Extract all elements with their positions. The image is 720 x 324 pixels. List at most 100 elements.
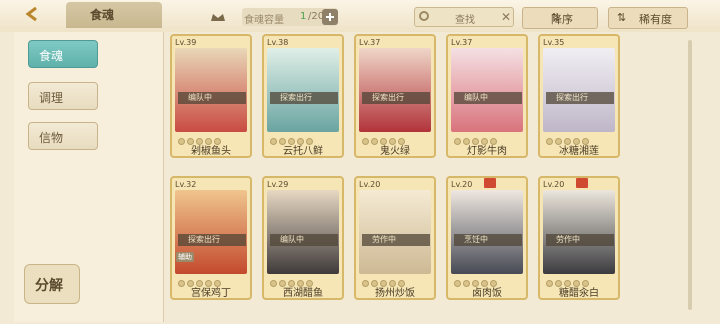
tab-tokens[interactable]: 信物 bbox=[28, 122, 98, 150]
status-bar: 探索出行 bbox=[270, 92, 338, 104]
status-text: 编队中 bbox=[280, 235, 304, 244]
tab-cooking[interactable]: 调理 bbox=[28, 82, 98, 110]
status-bar: 探索出行 bbox=[362, 92, 430, 104]
character-portrait bbox=[267, 190, 339, 274]
status-text: 探索出行 bbox=[188, 235, 220, 244]
food-soul-card[interactable]: Lv.20 烹饪中 卤肉饭 bbox=[446, 176, 528, 300]
star-rating bbox=[546, 130, 606, 145]
status-bar: 劳作中 bbox=[546, 234, 614, 246]
role-badge: 辅助 bbox=[176, 252, 194, 262]
star-rating bbox=[362, 272, 422, 287]
star-rating bbox=[270, 272, 330, 287]
level-label: Lv.37 bbox=[451, 38, 473, 47]
status-bar: 烹饪中 bbox=[454, 234, 522, 246]
character-portrait bbox=[359, 190, 431, 274]
status-text: 编队中 bbox=[188, 93, 212, 102]
level-label: Lv.20 bbox=[543, 180, 565, 189]
level-label: Lv.39 bbox=[175, 38, 197, 47]
level-label: Lv.38 bbox=[267, 38, 289, 47]
food-soul-card[interactable]: Lv.37 探索出行 鬼火绿 bbox=[354, 34, 436, 158]
crown-icon bbox=[210, 8, 226, 21]
status-bar: 编队中 bbox=[178, 92, 246, 104]
status-text: 探索出行 bbox=[280, 93, 312, 102]
status-text: 烹饪中 bbox=[464, 235, 488, 244]
rarity-label: 稀有度 bbox=[639, 13, 672, 26]
level-label: Lv.29 bbox=[267, 180, 289, 189]
food-soul-card[interactable]: Lv.38 探索出行 云托八鲜 bbox=[262, 34, 344, 158]
character-name: 鬼火绿 bbox=[380, 146, 410, 157]
food-soul-card[interactable]: Lv.32 探索出行 辅助 宫保鸡丁 bbox=[170, 176, 252, 300]
character-portrait bbox=[451, 190, 523, 274]
capacity-label: 食魂容量 bbox=[244, 15, 284, 26]
sort-order-button[interactable]: ⇅ 降序 bbox=[522, 7, 598, 29]
search-placeholder: 查找 bbox=[455, 15, 475, 26]
star-rating bbox=[270, 130, 330, 145]
food-soul-card[interactable]: Lv.39 编队中 剁椒鱼头 bbox=[170, 34, 252, 158]
character-name: 宫保鸡丁 bbox=[191, 288, 231, 299]
level-label: Lv.35 bbox=[543, 38, 565, 47]
page-title: 食魂 bbox=[90, 8, 115, 22]
character-name: 冰糖湘莲 bbox=[559, 146, 599, 157]
food-soul-grid: Lv.39 编队中 剁椒鱼头 Lv.38 探索出行 云托八鲜 Lv.37 探索出… bbox=[170, 34, 682, 324]
search-icon bbox=[419, 11, 429, 21]
page-title-tab: 食魂 bbox=[66, 2, 225, 28]
scrollbar[interactable] bbox=[688, 40, 692, 310]
tab-label: 食魂 bbox=[39, 49, 64, 63]
search-box[interactable]: 查找 ✕ bbox=[414, 7, 514, 27]
character-name: 云托八鲜 bbox=[283, 146, 323, 157]
decompose-label: 分解 bbox=[35, 278, 63, 294]
star-rating bbox=[178, 130, 238, 145]
status-bar: 探索出行 bbox=[546, 92, 614, 104]
clear-search-icon[interactable]: ✕ bbox=[501, 10, 511, 24]
top-bar: 食魂 食魂容量 1 /200 查找 ✕ ⇅ 降序 ⇅ 稀有度 bbox=[0, 0, 720, 32]
food-soul-card[interactable]: Lv.20 劳作中 糖醋汆白 bbox=[538, 176, 620, 300]
character-name: 灯影牛肉 bbox=[467, 146, 507, 157]
tab-label: 调理 bbox=[39, 91, 64, 105]
back-arrow-icon bbox=[25, 6, 37, 22]
tab-food-souls[interactable]: 食魂 bbox=[28, 40, 98, 68]
rarity-sort-icon: ⇅ bbox=[617, 11, 627, 24]
food-soul-card[interactable]: Lv.35 探索出行 冰糖湘莲 bbox=[538, 34, 620, 158]
star-rating bbox=[362, 130, 422, 145]
new-flag-icon bbox=[576, 178, 588, 188]
food-soul-card[interactable]: Lv.20 劳作中 扬州炒饭 bbox=[354, 176, 436, 300]
star-rating bbox=[454, 130, 514, 145]
capacity-used: 1 bbox=[300, 11, 307, 22]
star-rating bbox=[454, 272, 514, 287]
character-name: 西湖醋鱼 bbox=[283, 288, 323, 299]
add-capacity-button[interactable] bbox=[322, 9, 338, 25]
tab-label: 信物 bbox=[39, 131, 64, 145]
status-bar: 探索出行 bbox=[178, 234, 246, 246]
status-bar: 编队中 bbox=[270, 234, 338, 246]
status-text: 劳作中 bbox=[556, 235, 580, 244]
character-portrait bbox=[175, 48, 247, 132]
status-text: 探索出行 bbox=[372, 93, 404, 102]
status-text: 探索出行 bbox=[556, 93, 588, 102]
food-soul-card[interactable]: Lv.37 编队中 灯影牛肉 bbox=[446, 34, 528, 158]
character-name: 扬州炒饭 bbox=[375, 288, 415, 299]
back-button[interactable] bbox=[22, 4, 66, 24]
decompose-button[interactable]: 分解 bbox=[24, 264, 80, 304]
sort-label: 降序 bbox=[551, 13, 573, 26]
level-label: Lv.20 bbox=[451, 180, 473, 189]
character-name: 糖醋汆白 bbox=[559, 288, 599, 299]
status-bar: 编队中 bbox=[454, 92, 522, 104]
status-text: 编队中 bbox=[464, 93, 488, 102]
character-name: 卤肉饭 bbox=[472, 288, 502, 299]
status-bar: 劳作中 bbox=[362, 234, 430, 246]
new-flag-icon bbox=[484, 178, 496, 188]
character-portrait bbox=[267, 48, 339, 132]
character-portrait bbox=[543, 190, 615, 274]
star-rating bbox=[178, 272, 238, 287]
food-soul-card[interactable]: Lv.29 编队中 西湖醋鱼 bbox=[262, 176, 344, 300]
rarity-sort-button[interactable]: ⇅ 稀有度 bbox=[608, 7, 688, 29]
level-label: Lv.20 bbox=[359, 180, 381, 189]
character-portrait bbox=[451, 48, 523, 132]
character-portrait bbox=[543, 48, 615, 132]
character-portrait bbox=[359, 48, 431, 132]
character-name: 剁椒鱼头 bbox=[191, 146, 231, 157]
level-label: Lv.37 bbox=[359, 38, 381, 47]
side-panel: 食魂 调理 信物 分解 bbox=[14, 32, 164, 322]
status-text: 劳作中 bbox=[372, 235, 396, 244]
level-label: Lv.32 bbox=[175, 180, 197, 189]
